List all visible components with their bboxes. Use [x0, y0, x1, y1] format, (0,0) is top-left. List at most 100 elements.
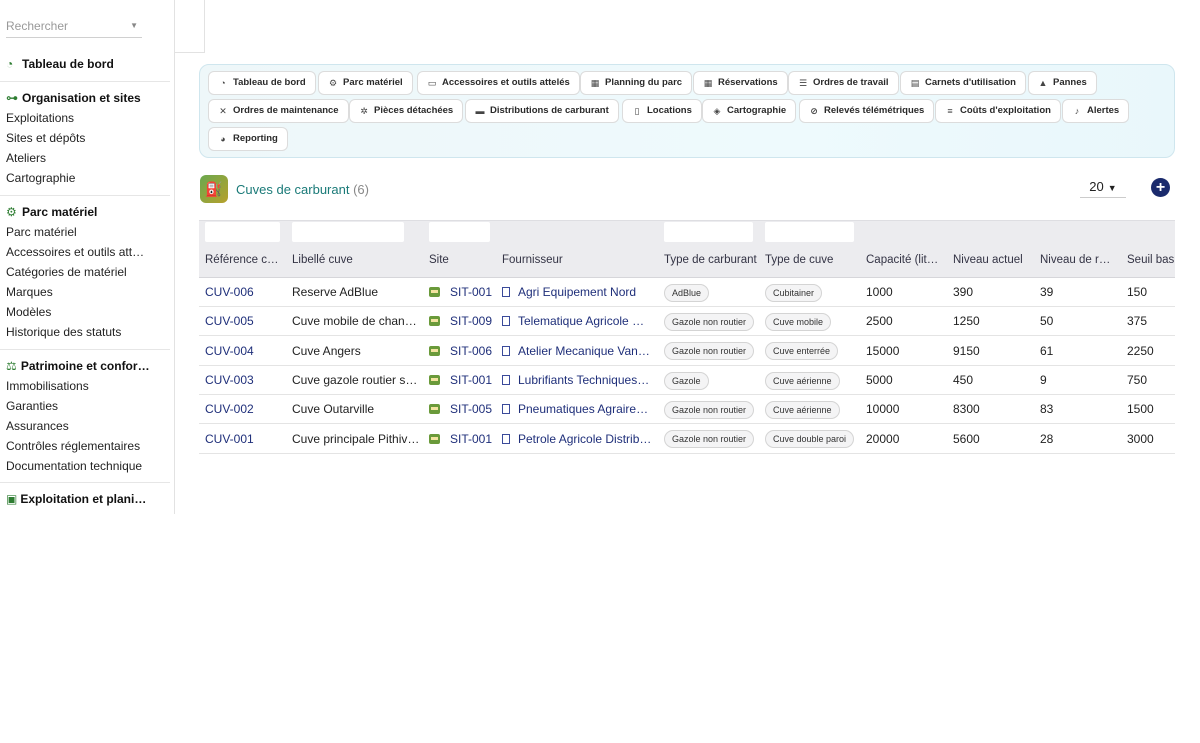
sidebar-group-title[interactable]: ⊶ Organisation et sites: [0, 88, 174, 108]
cell-site[interactable]: SIT-001: [429, 425, 494, 454]
sidebar-group-title[interactable]: ▣Exploitation et planification: [0, 489, 150, 509]
table-row[interactable]: CUV-006 Reserve AdBlue SIT-001 Agri Equipem…: [199, 278, 1175, 307]
site-icon: [429, 287, 440, 297]
page-size-select[interactable]: 20 ▼: [1080, 178, 1126, 198]
column-header-niveau-actuel[interactable]: Niveau actuel: [953, 254, 1025, 266]
cell-text: 9150: [953, 343, 980, 358]
group-title: Organisation et sites: [22, 91, 141, 105]
cell-fournisseur[interactable]: Atelier Mecanique Vandeen: [502, 337, 652, 366]
cell-site[interactable]: SIT-001: [429, 278, 494, 307]
nav-chip-tableau-de-bord[interactable]: ◔ Tableau de bord: [208, 71, 316, 95]
table-row[interactable]: CUV-005 Cuve mobile de chantier SIT-009 Tel…: [199, 307, 1175, 337]
cell-fournisseur[interactable]: Lubrifiants Techniques SA: [502, 366, 652, 395]
filter-input-reference[interactable]: [205, 222, 280, 242]
cell-site[interactable]: SIT-005: [429, 395, 494, 424]
nav-chip-accessoires[interactable]: ▭ Accessoires et outils attelés: [417, 71, 580, 95]
sidebar-item-sites[interactable]: Sites et dépôts: [0, 128, 150, 148]
cell-text: 1500: [1127, 402, 1154, 417]
sidebar-group-title[interactable]: ⚙ Parc matériel: [0, 202, 174, 222]
column-header-type-carburant[interactable]: Type de carburant: [664, 254, 759, 266]
nav-chip-cartographie[interactable]: ◈ Cartographie: [702, 99, 797, 123]
sidebar-item-exploitations[interactable]: Exploitations: [0, 108, 150, 128]
cell-reference[interactable]: CUV-005: [205, 307, 283, 336]
sidebar-item-documentation[interactable]: Documentation technique: [0, 456, 150, 476]
cell-text: 5600: [953, 431, 980, 446]
cell-fournisseur[interactable]: Pneumatiques Agraires Service: [502, 395, 652, 424]
table-row[interactable]: CUV-003 Cuve gazole routier siege SIT-001 L…: [199, 366, 1175, 395]
sidebar-item-cartographie[interactable]: Cartographie: [0, 168, 150, 188]
sidebar-group-title[interactable]: ⚖ Patrimoine et conformité: [0, 356, 150, 376]
column-header-type-cuve[interactable]: Type de cuve: [765, 254, 855, 266]
add-record-button[interactable]: +: [1151, 178, 1170, 197]
nav-chip-pannes[interactable]: ▲ Pannes: [1028, 71, 1097, 95]
column-header-site[interactable]: Site: [429, 254, 489, 266]
nav-chip-couts[interactable]: ≡ Coûts d'exploitation: [935, 99, 1061, 123]
filter-input-libelle[interactable]: [292, 222, 404, 242]
nav-chip-reporting[interactable]: ◕ Reporting: [208, 127, 288, 151]
cell-fournisseur[interactable]: Petrole Agricole Distribution: [502, 425, 652, 454]
page-title: Cuves de carburant (6): [236, 182, 369, 197]
tools-icon: ✕: [219, 106, 227, 116]
column-header-fournisseur[interactable]: Fournisseur: [502, 254, 652, 266]
sidebar-item-parc-materiel[interactable]: Parc matériel: [0, 222, 150, 242]
column-header-seuil-bas[interactable]: Seuil bas: [1127, 254, 1175, 266]
sidebar-group-dashboard[interactable]: ◔ Tableau de bord: [0, 54, 174, 74]
cell-reference[interactable]: CUV-001: [205, 425, 283, 454]
nav-chip-releves[interactable]: ⊘ Relevés télémétriques: [799, 99, 935, 123]
cell-site[interactable]: SIT-006: [429, 337, 494, 366]
divider: [0, 349, 170, 350]
calendar-check-icon: ▣: [6, 491, 18, 506]
cell-site[interactable]: SIT-001: [429, 366, 494, 395]
cell-text: CUV-001: [205, 431, 254, 446]
building-icon: [502, 287, 510, 297]
sidebar-item-immobilisations[interactable]: Immobilisations: [0, 376, 150, 396]
nav-chip-distributions[interactable]: ▬ Distributions de carburant: [465, 99, 619, 123]
group-title: Parc matériel: [22, 205, 98, 219]
column-header-niveau-remplissage[interactable]: Niveau de remplissage: [1040, 254, 1115, 266]
sidebar-group-organisation: ⊶ Organisation et sites Exploitations Sit…: [0, 88, 174, 188]
sidebar-item-historique[interactable]: Historique des statuts: [0, 322, 150, 342]
sidebar-item-assurances[interactable]: Assurances: [0, 416, 150, 436]
sidebar-item-garanties[interactable]: Garanties: [0, 396, 150, 416]
sidebar-item-controles[interactable]: Contrôles réglementaires: [0, 436, 150, 456]
sidebar-item-marques[interactable]: Marques: [0, 282, 150, 302]
sidebar-item-accessoires[interactable]: Accessoires et outils attelés: [0, 242, 150, 262]
chip-label: Carnets d'utilisation: [925, 77, 1016, 88]
nav-chip-locations[interactable]: ▯ Locations: [622, 99, 702, 123]
search-input[interactable]: Rechercher ▼: [6, 14, 142, 38]
column-header-capacite[interactable]: Capacité (litres): [866, 254, 941, 266]
cell-reference[interactable]: CUV-004: [205, 337, 283, 366]
filter-input-type-carburant[interactable]: [664, 222, 753, 242]
chip-label: Planning du parc: [605, 77, 683, 88]
sidebar-item-modeles[interactable]: Modèles: [0, 302, 150, 322]
file-icon: ▯: [634, 106, 640, 116]
cell-text: 450: [953, 372, 974, 387]
table-row[interactable]: CUV-002 Cuve Outarville SIT-005 Pneumatique…: [199, 395, 1175, 425]
column-header-reference[interactable]: Référence cuve: [205, 254, 283, 266]
nav-chip-ordres-travail[interactable]: ☰ Ordres de travail: [788, 71, 899, 95]
table-row[interactable]: CUV-001 Cuve principale Pithiviers SIT-001…: [199, 425, 1175, 454]
fuel-tank-icon: ⛽: [200, 175, 228, 203]
column-header-libelle[interactable]: Libellé cuve: [292, 254, 412, 266]
cell-reference[interactable]: CUV-002: [205, 395, 283, 424]
nav-chip-alertes[interactable]: ♪ Alertes: [1062, 99, 1130, 123]
nav-chip-pieces[interactable]: ✲ Pièces détachées: [349, 99, 464, 123]
nav-chip-reservations[interactable]: ▦ Réservations: [693, 71, 788, 95]
cell-niveau-remplissage: 50: [1040, 307, 1120, 336]
sidebar-item-ateliers[interactable]: Ateliers: [0, 148, 150, 168]
nav-chip-ordres-maintenance[interactable]: ✕ Ordres de maintenance: [208, 99, 349, 123]
nav-chip-parc-materiel[interactable]: ⚙ Parc matériel: [318, 71, 413, 95]
cell-fournisseur[interactable]: Telematique Agricole Solutions: [502, 307, 652, 336]
cell-site[interactable]: SIT-009: [429, 307, 494, 336]
nav-chip-planning[interactable]: ▦ Planning du parc: [580, 71, 693, 95]
table-row[interactable]: CUV-004 Cuve Angers SIT-006 Atelier Mecaniq…: [199, 337, 1175, 366]
filter-input-site[interactable]: [429, 222, 490, 242]
sidebar-item-categories[interactable]: Catégories de matériel: [0, 262, 150, 282]
nav-chip-carnets[interactable]: ▤ Carnets d'utilisation: [900, 71, 1026, 95]
cell-fournisseur[interactable]: Agri Equipement Nord: [502, 278, 652, 307]
cell-reference[interactable]: CUV-003: [205, 366, 283, 395]
chevron-down-icon[interactable]: ▼: [130, 14, 138, 38]
filter-input-type-cuve[interactable]: [765, 222, 854, 242]
cell-reference[interactable]: CUV-006: [205, 278, 283, 307]
cell-capacite: 10000: [866, 395, 946, 424]
